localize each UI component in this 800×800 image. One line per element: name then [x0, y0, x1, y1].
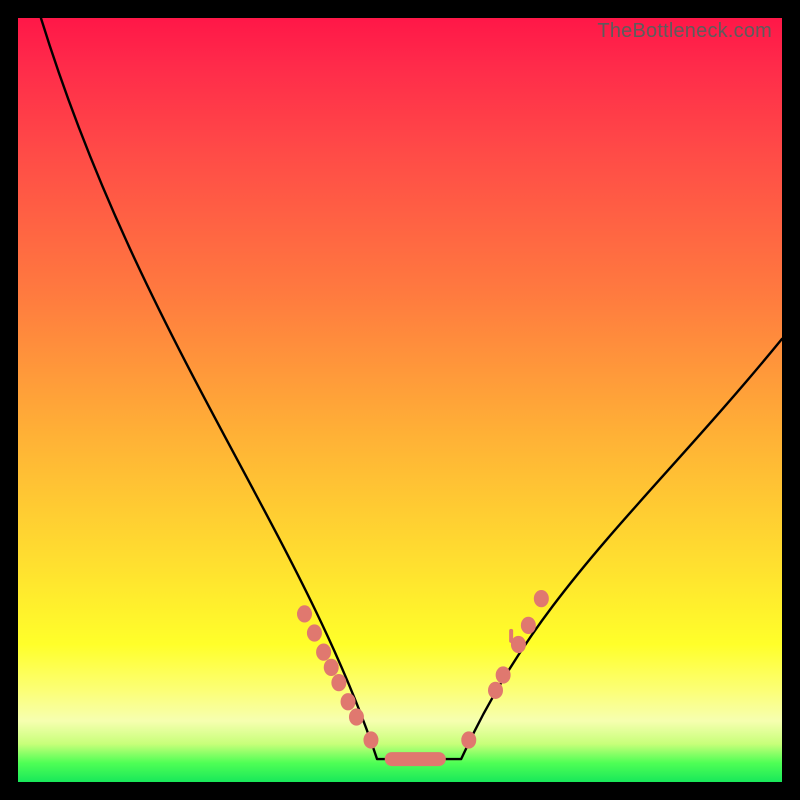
- curve-markers: [297, 590, 549, 766]
- watermark-text: TheBottleneck.com: [597, 20, 772, 43]
- curve-line: [41, 18, 782, 759]
- chart-plot-area: TheBottleneck.com: [18, 18, 782, 782]
- chart-frame: TheBottleneck.com: [0, 0, 800, 800]
- bottleneck-curve: [18, 18, 782, 782]
